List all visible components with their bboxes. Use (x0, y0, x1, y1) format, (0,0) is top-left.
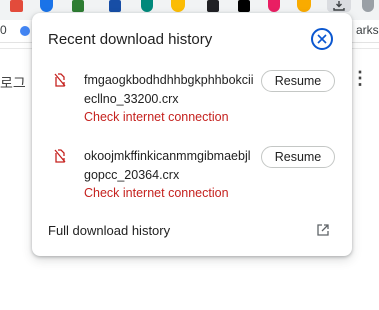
open-in-new-icon[interactable] (316, 223, 330, 237)
extension-icon-dark[interactable] (207, 0, 219, 12)
extension-icon-navy[interactable] (109, 0, 121, 12)
extension-icon-blue-circle[interactable] (40, 0, 53, 12)
full-download-history-link[interactable]: Full download history (48, 223, 170, 238)
bookmark-favicon[interactable] (20, 26, 30, 36)
extension-icon-black[interactable] (238, 0, 250, 12)
download-filename[interactable]: okoojmkffinkicanmmgibmaebjlgopcc_20364.c… (84, 147, 256, 185)
download-status: Check internet connection (84, 110, 229, 124)
file-error-icon (54, 73, 66, 87)
extension-icon-grey[interactable] (362, 0, 374, 12)
extension-icon-red[interactable] (10, 0, 23, 12)
page-overflow-menu[interactable]: ⋮ (351, 69, 369, 87)
close-button[interactable] (311, 28, 333, 50)
extension-icon-teal[interactable] (141, 0, 153, 12)
extension-icon-pink[interactable] (268, 0, 280, 12)
resume-button[interactable]: Resume (261, 146, 335, 168)
bookmark-partial-left[interactable]: 0 (0, 23, 7, 37)
download-status: Check internet connection (84, 186, 229, 200)
download-icon (333, 1, 345, 11)
file-error-icon (54, 149, 66, 163)
bookmark-partial-right[interactable]: arks (356, 23, 379, 37)
close-icon (317, 34, 327, 44)
download-toolbar-button[interactable] (327, 0, 351, 12)
download-filename[interactable]: fmgaogkbodhdhhbgkphhbokciiecllno_33200.c… (84, 71, 256, 109)
extension-icon-green[interactable] (72, 0, 84, 12)
extension-icon-gold[interactable] (297, 0, 311, 12)
resume-button[interactable]: Resume (261, 70, 335, 92)
bubble-title: Recent download history (48, 31, 213, 48)
page-partial-text: 로그 (0, 75, 26, 91)
extension-icon-yellow[interactable] (171, 0, 185, 12)
download-bubble: Recent download history fmgaogkbodhdhhbg… (32, 13, 352, 256)
